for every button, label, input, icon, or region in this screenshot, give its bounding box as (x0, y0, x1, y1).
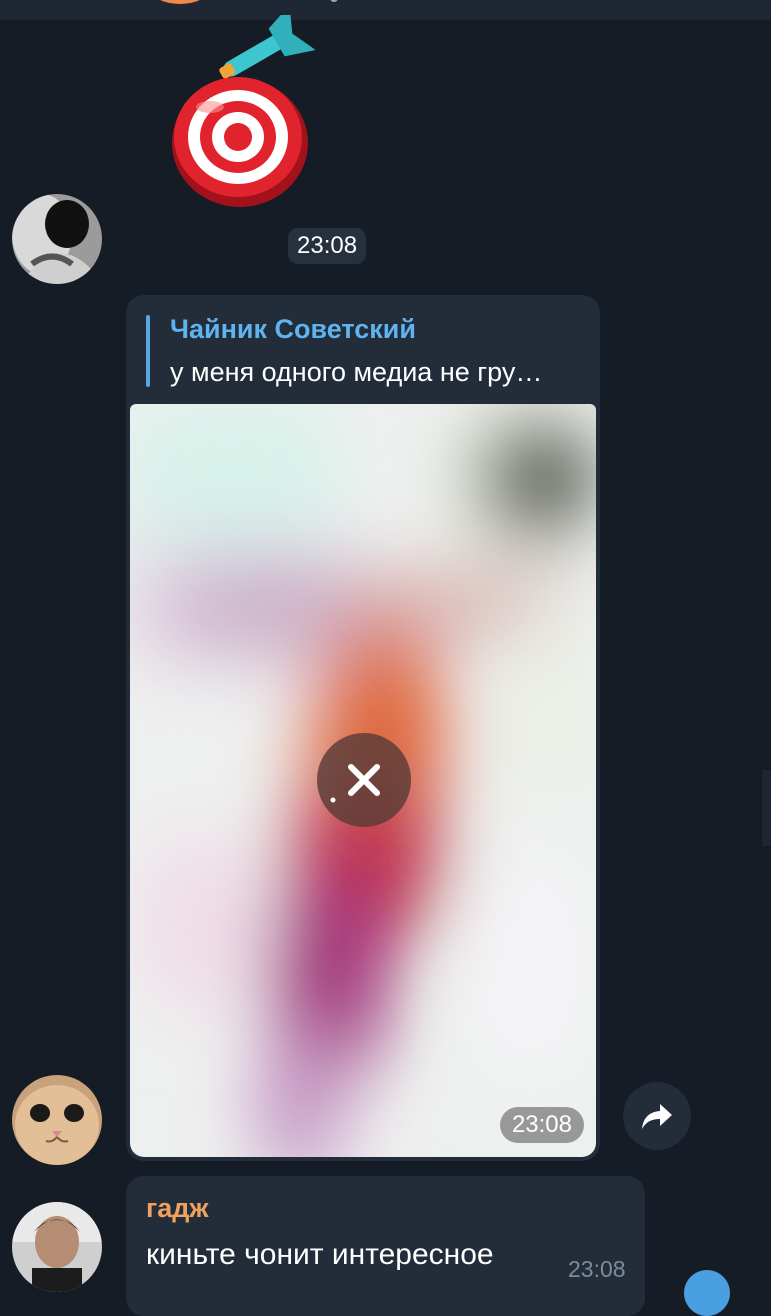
media-timestamp: 23:08 (499, 1107, 584, 1143)
forward-arrow-icon (642, 1104, 672, 1129)
top-header-edge (0, 0, 771, 20)
reply-accent-bar (146, 315, 150, 387)
scroll-down-button[interactable] (684, 1270, 730, 1316)
text-message[interactable]: гадж киньте чонит интересное 23:08 (126, 1176, 645, 1316)
reply-media-message[interactable]: Чайник Советский у меня одного медиа не … (126, 295, 600, 1161)
close-icon (330, 764, 380, 803)
user-avatar-cat[interactable] (12, 1075, 102, 1165)
user-avatar-gadzh[interactable] (12, 1202, 102, 1292)
message-text: киньте чонит интересное (146, 1238, 494, 1271)
sticker-timestamp: 23:08 (288, 228, 367, 264)
reply-author-name[interactable]: Чайник Советский (170, 314, 416, 345)
cancel-download-button[interactable] (317, 733, 411, 827)
sender-name[interactable]: гадж (146, 1193, 209, 1224)
reply-quote-text[interactable]: у меня одного медиа не гру… (170, 357, 542, 388)
header-dot (330, 0, 338, 2)
user-avatar-1[interactable] (12, 194, 102, 284)
header-avatar-partial (150, 0, 210, 4)
message-timestamp: 23:08 (568, 1256, 626, 1282)
dart-target-sticker[interactable] (160, 4, 320, 215)
side-scroll-handle[interactable] (762, 770, 771, 846)
media-preview[interactable]: 23:08 (130, 404, 596, 1157)
forward-button[interactable] (623, 1082, 691, 1150)
